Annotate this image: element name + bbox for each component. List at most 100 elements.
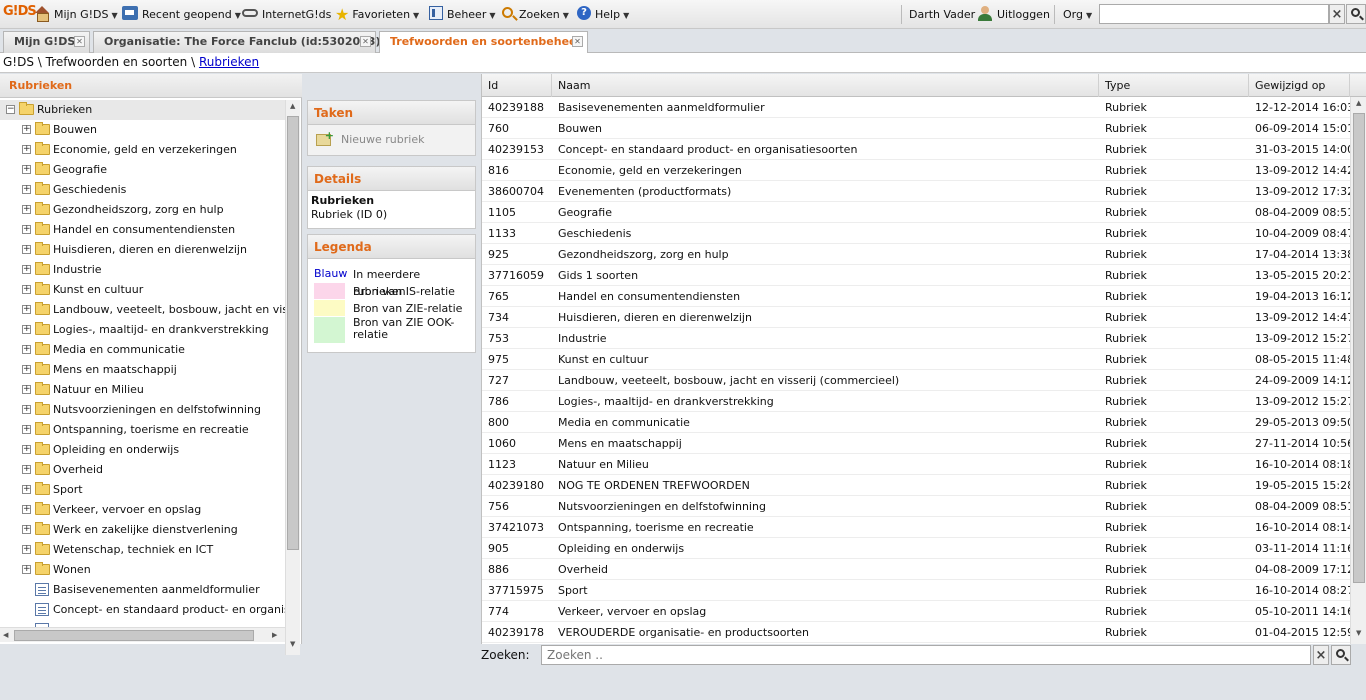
expand-icon[interactable]: + <box>22 485 31 494</box>
tree-item-folder[interactable]: + Economie, geld en verzekeringen <box>0 140 285 160</box>
tree-item-folder[interactable]: + Bouwen <box>0 120 285 140</box>
tree-item-folder[interactable]: + Kunst en cultuur <box>0 280 285 300</box>
tree-item-folder[interactable]: + Handel en consumentendiensten <box>0 220 285 240</box>
tree-horizontal-scrollbar[interactable]: ◀ ▶ <box>0 627 285 642</box>
table-row[interactable]: 40239178 VEROUDERDE organisatie- en produ… <box>482 622 1350 643</box>
expand-icon[interactable]: + <box>22 125 31 134</box>
expand-icon[interactable]: + <box>22 165 31 174</box>
column-header-type[interactable]: Type <box>1099 74 1249 97</box>
scroll-down-icon[interactable]: ▼ <box>1356 629 1361 637</box>
beheer-menu[interactable]: Beheer ▼ <box>429 0 496 29</box>
table-row[interactable]: 1105 Geografie Rubriek 08-04-2009 08:51 <box>482 202 1350 223</box>
expand-icon[interactable]: + <box>22 265 31 274</box>
column-header-gewijzigd[interactable]: Gewijzigd op <box>1249 74 1350 97</box>
tree-item-document[interactable]: Basisevenementen aanmeldformulier <box>0 580 285 600</box>
favorieten-menu[interactable]: ★ Favorieten ▼ <box>335 0 419 29</box>
table-row[interactable]: 925 Gezondheidszorg, zorg en hulp Rubriek 1… <box>482 244 1350 265</box>
tree-item-folder[interactable]: + Media en communicatie <box>0 340 285 360</box>
expand-icon[interactable]: + <box>22 405 31 414</box>
expand-icon[interactable]: + <box>22 465 31 474</box>
close-icon[interactable]: ✕ <box>360 36 371 47</box>
tree-item-folder[interactable]: + Landbouw, veeteelt, bosbouw, jacht en v… <box>0 300 285 320</box>
scroll-down-icon[interactable]: ▼ <box>290 640 295 648</box>
tree-item-folder[interactable]: + Wetenschap, techniek en ICT <box>0 540 285 560</box>
tree-item-folder[interactable]: + Wonen <box>0 560 285 580</box>
column-header-id[interactable]: Id <box>482 74 552 97</box>
mijn-gids-menu[interactable]: Mijn G!DS ▼ <box>34 0 118 29</box>
uitloggen-button[interactable]: Uitloggen <box>977 0 1050 29</box>
expand-icon[interactable]: + <box>22 545 31 554</box>
expand-icon[interactable]: + <box>22 365 31 374</box>
global-search-input[interactable] <box>1099 4 1329 24</box>
close-icon[interactable]: ✕ <box>74 36 85 47</box>
table-row[interactable]: 1133 Geschiedenis Rubriek 10-04-2009 08:47 <box>482 223 1350 244</box>
table-row[interactable]: 886 Overheid Rubriek 04-08-2009 17:12 <box>482 559 1350 580</box>
org-menu[interactable]: Org ▼ <box>1063 0 1092 29</box>
scroll-up-icon[interactable]: ▲ <box>290 102 295 110</box>
tree-item-folder[interactable]: + Huisdieren, dieren en dierenwelzijn <box>0 240 285 260</box>
scrollbar-thumb[interactable] <box>14 630 254 641</box>
table-row[interactable]: 975 Kunst en cultuur Rubriek 08-05-2015 11:… <box>482 349 1350 370</box>
scrollbar-thumb[interactable] <box>1353 113 1365 583</box>
breadcrumb-link-rubrieken[interactable]: Rubrieken <box>199 55 259 69</box>
table-row[interactable]: 37421073 Ontspanning, toerisme en recreat… <box>482 517 1350 538</box>
expand-icon[interactable]: + <box>22 285 31 294</box>
expand-icon[interactable]: + <box>22 525 31 534</box>
tree-root[interactable]: − Rubrieken <box>0 100 285 120</box>
help-menu[interactable]: ? Help ▼ <box>577 0 629 29</box>
tree-item-document[interactable]: Concept- en standaard product- en organi… <box>0 600 285 620</box>
scrollbar-thumb[interactable] <box>287 116 299 550</box>
nieuwe-rubriek-button[interactable]: Nieuwe rubriek <box>308 121 475 155</box>
expand-icon[interactable]: + <box>22 305 31 314</box>
table-row[interactable]: 37716059 Gids 1 soorten Rubriek 13-05-2015 … <box>482 265 1350 286</box>
expand-icon[interactable]: + <box>22 245 31 254</box>
expand-icon[interactable]: + <box>22 385 31 394</box>
tree-item-folder[interactable]: + Ontspanning, toerisme en recreatie <box>0 420 285 440</box>
expand-icon[interactable]: + <box>22 325 31 334</box>
clear-grid-search-button[interactable]: × <box>1313 645 1329 665</box>
tree-item-folder[interactable]: + Werk en zakelijke dienstverlening <box>0 520 285 540</box>
zoeken-menu[interactable]: Zoeken ▼ <box>502 0 569 29</box>
grid-search-button[interactable] <box>1331 645 1351 665</box>
tab-organisatie[interactable]: Organisatie: The Force Fanclub (id:53020… <box>93 31 380 53</box>
tree-vertical-scrollbar[interactable]: ▲ ▼ <box>285 100 300 655</box>
tree-item-folder[interactable]: + Sport <box>0 480 285 500</box>
expand-icon[interactable]: + <box>22 445 31 454</box>
tree-item-folder[interactable]: + Geschiedenis <box>0 180 285 200</box>
table-row[interactable]: 1123 Natuur en Milieu Rubriek 16-10-2014 08… <box>482 454 1350 475</box>
internetgids-link[interactable]: InternetG!ds <box>242 0 331 29</box>
tab-trefwoorden[interactable]: Trefwoorden en soortenbeheer ✕ <box>379 31 588 54</box>
table-row[interactable]: 40239153 Concept- en standaard product- e… <box>482 139 1350 160</box>
expand-icon[interactable]: + <box>22 145 31 154</box>
tree-item-folder[interactable]: + Industrie <box>0 260 285 280</box>
recent-geopend-menu[interactable]: Recent geopend ▼ <box>122 0 241 29</box>
tree-item-folder[interactable]: + Overheid <box>0 460 285 480</box>
expand-icon[interactable]: + <box>22 185 31 194</box>
column-header-naam[interactable]: Naam <box>552 74 1099 97</box>
tree-item-folder[interactable]: + Gezondheidszorg, zorg en hulp <box>0 200 285 220</box>
table-row[interactable]: 753 Industrie Rubriek 13-09-2012 15:27 <box>482 328 1350 349</box>
table-row[interactable]: 1060 Mens en maatschappij Rubriek 27-11-201… <box>482 433 1350 454</box>
tree-item-folder[interactable]: + Natuur en Milieu <box>0 380 285 400</box>
close-icon[interactable]: ✕ <box>572 36 583 47</box>
scroll-right-icon[interactable]: ▶ <box>272 631 277 639</box>
tree-item-folder[interactable]: + Verkeer, vervoer en opslag <box>0 500 285 520</box>
table-row[interactable]: 734 Huisdieren, dieren en dierenwelzijn Ru… <box>482 307 1350 328</box>
table-row[interactable]: 905 Opleiding en onderwijs Rubriek 03-11-20… <box>482 538 1350 559</box>
table-row[interactable]: 760 Bouwen Rubriek 06-09-2014 15:01 <box>482 118 1350 139</box>
table-row[interactable]: 40239180 NOG TE ORDENEN TREFWOORDEN Rubrie… <box>482 475 1350 496</box>
tree-item-folder[interactable]: + Geografie <box>0 160 285 180</box>
scroll-up-icon[interactable]: ▲ <box>1356 99 1361 107</box>
scroll-left-icon[interactable]: ◀ <box>3 631 8 639</box>
table-row[interactable]: 37715975 Sport Rubriek 16-10-2014 08:27 <box>482 580 1350 601</box>
table-row[interactable]: 816 Economie, geld en verzekeringen Rubrie… <box>482 160 1350 181</box>
table-row[interactable]: 774 Verkeer, vervoer en opslag Rubriek 05-1… <box>482 601 1350 622</box>
expand-icon[interactable]: + <box>22 565 31 574</box>
expand-icon[interactable]: + <box>22 225 31 234</box>
tree-item-folder[interactable]: + Nutsvoorzieningen en delfstofwinning <box>0 400 285 420</box>
table-row[interactable]: 765 Handel en consumentendiensten Rubriek 1… <box>482 286 1350 307</box>
table-row[interactable]: 800 Media en communicatie Rubriek 29-05-201… <box>482 412 1350 433</box>
collapse-icon[interactable]: − <box>6 105 15 114</box>
tree-item-folder[interactable]: + Opleiding en onderwijs <box>0 440 285 460</box>
clear-search-button[interactable]: × <box>1329 4 1345 24</box>
